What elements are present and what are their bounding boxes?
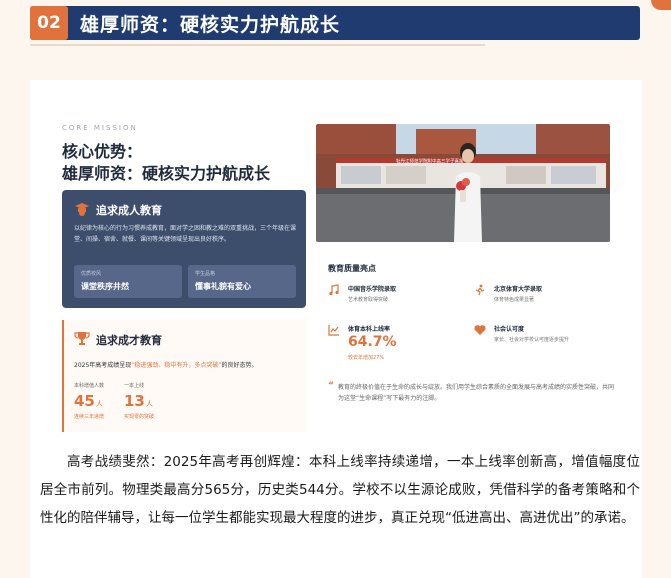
tile-value: 懂事礼貌有爱心 — [195, 282, 251, 291]
school-spirit-tile: 优质校风 课堂秩序井然 — [74, 265, 182, 298]
quote-mark-icon: “ — [328, 381, 334, 391]
core-mission-label: CORE MISSION — [62, 124, 138, 132]
runner-icon — [475, 284, 485, 296]
section-header: 02 雄厚师资：硬核实力护航成长 — [0, 0, 671, 48]
body-paragraph: 高考战绩斐然：2025年高考再创辉煌：本科上线率持续递增，一本上线率创新高，增值… — [40, 454, 640, 526]
pursuit-talent-title: 追求成才教育 — [96, 334, 162, 347]
stat-sub: 实现零的突破 — [124, 414, 155, 420]
pursuit-adult-box: 追求成人教育 以纪律为核心的行为习惯养成教育，面对学之困和教之难的双重挑战，三个… — [62, 190, 306, 308]
chart-icon — [328, 325, 339, 336]
desc-prefix: 2025年高考成绩呈现 — [74, 362, 132, 369]
quality-item-title: 社会认可度 — [494, 326, 525, 333]
quote-text: 教育的终极价值在于生命的成长与绽放。我们用学生综合素质的全面发展与高考成绩的实质… — [338, 384, 615, 402]
quality-item-title: 中国音乐学院录取 — [348, 286, 397, 293]
stat-value: 45人 — [74, 392, 103, 410]
tile-label: 学生品格 — [195, 271, 216, 277]
corner-decoration — [651, 0, 671, 10]
quality-item-desc: 体育特色成果显著 — [494, 297, 535, 303]
header-underline — [30, 44, 485, 46]
quality-title: 教育质量亮点 — [328, 264, 376, 273]
card-heading-line2: 雄厚师资：硬核实力护航成长 — [62, 164, 271, 183]
quality-quote: “ 教育的终极价值在于生命的成长与绽放。我们用学生综合素质的全面发展与高考成绩的… — [328, 381, 618, 404]
quality-item-title: 体育本科上线率 — [348, 326, 391, 333]
student-character-tile: 学生品格 懂事礼貌有爱心 — [188, 265, 296, 298]
banner-text: 牡丹江师范学院附中高三学子喜报 — [396, 158, 464, 165]
graduate-icon — [75, 203, 89, 216]
quality-item-title: 北京体育大学录取 — [494, 286, 543, 293]
student-photo: 牡丹江师范学院附中高三学子喜报 — [316, 124, 610, 242]
heart-icon — [474, 325, 486, 335]
pursuit-talent-box: 追求成才教育 2025年高考成绩呈现“稳进强劲、稳中有升，多点突破”的良好态势。… — [62, 320, 306, 432]
stat-value: 13人 — [124, 392, 153, 410]
stat-label: 本科增值人数 — [74, 383, 105, 389]
trophy-icon — [74, 332, 90, 345]
stat-undergrad-increase: 本科增值人数 45人 连续三年递增 — [74, 382, 104, 420]
quality-item-value: 64.7% — [348, 334, 397, 350]
section-number-badge: 02 — [30, 6, 68, 40]
desc-suffix: 的良好态势。 — [221, 362, 258, 369]
section-title: 雄厚师资：硬核实力护航成长 — [80, 14, 341, 36]
quality-item-desc: 家长、社会对学校认可度逐步提升 — [494, 337, 570, 343]
pursuit-adult-title: 追求成人教育 — [96, 204, 162, 217]
tile-value: 课堂秩序井然 — [81, 282, 129, 291]
music-icon — [329, 284, 339, 296]
pursuit-adult-desc: 以纪律为核心的行为习惯养成教育，面对学之困和教之难的双重挑战，三个年级在课堂、间… — [74, 225, 297, 243]
card-heading-line1: 核心优势： — [62, 142, 143, 161]
pursuit-talent-desc: 2025年高考成绩呈现“稳进强劲、稳中有升，多点突破”的良好态势。 — [74, 360, 258, 369]
stat-tier1-online: 一本上线 13人 实现零的突破 — [124, 382, 154, 420]
quality-item-desc: 艺术教育取得突破 — [348, 297, 389, 303]
tile-label: 优质校风 — [81, 271, 102, 277]
desc-highlight: “稳进强劲、稳中有升，多点突破” — [131, 362, 222, 369]
quality-item-desc: 较去年增加27% — [348, 355, 385, 361]
stat-label: 一本上线 — [124, 383, 145, 389]
stat-sub: 连续三年递增 — [74, 414, 105, 420]
